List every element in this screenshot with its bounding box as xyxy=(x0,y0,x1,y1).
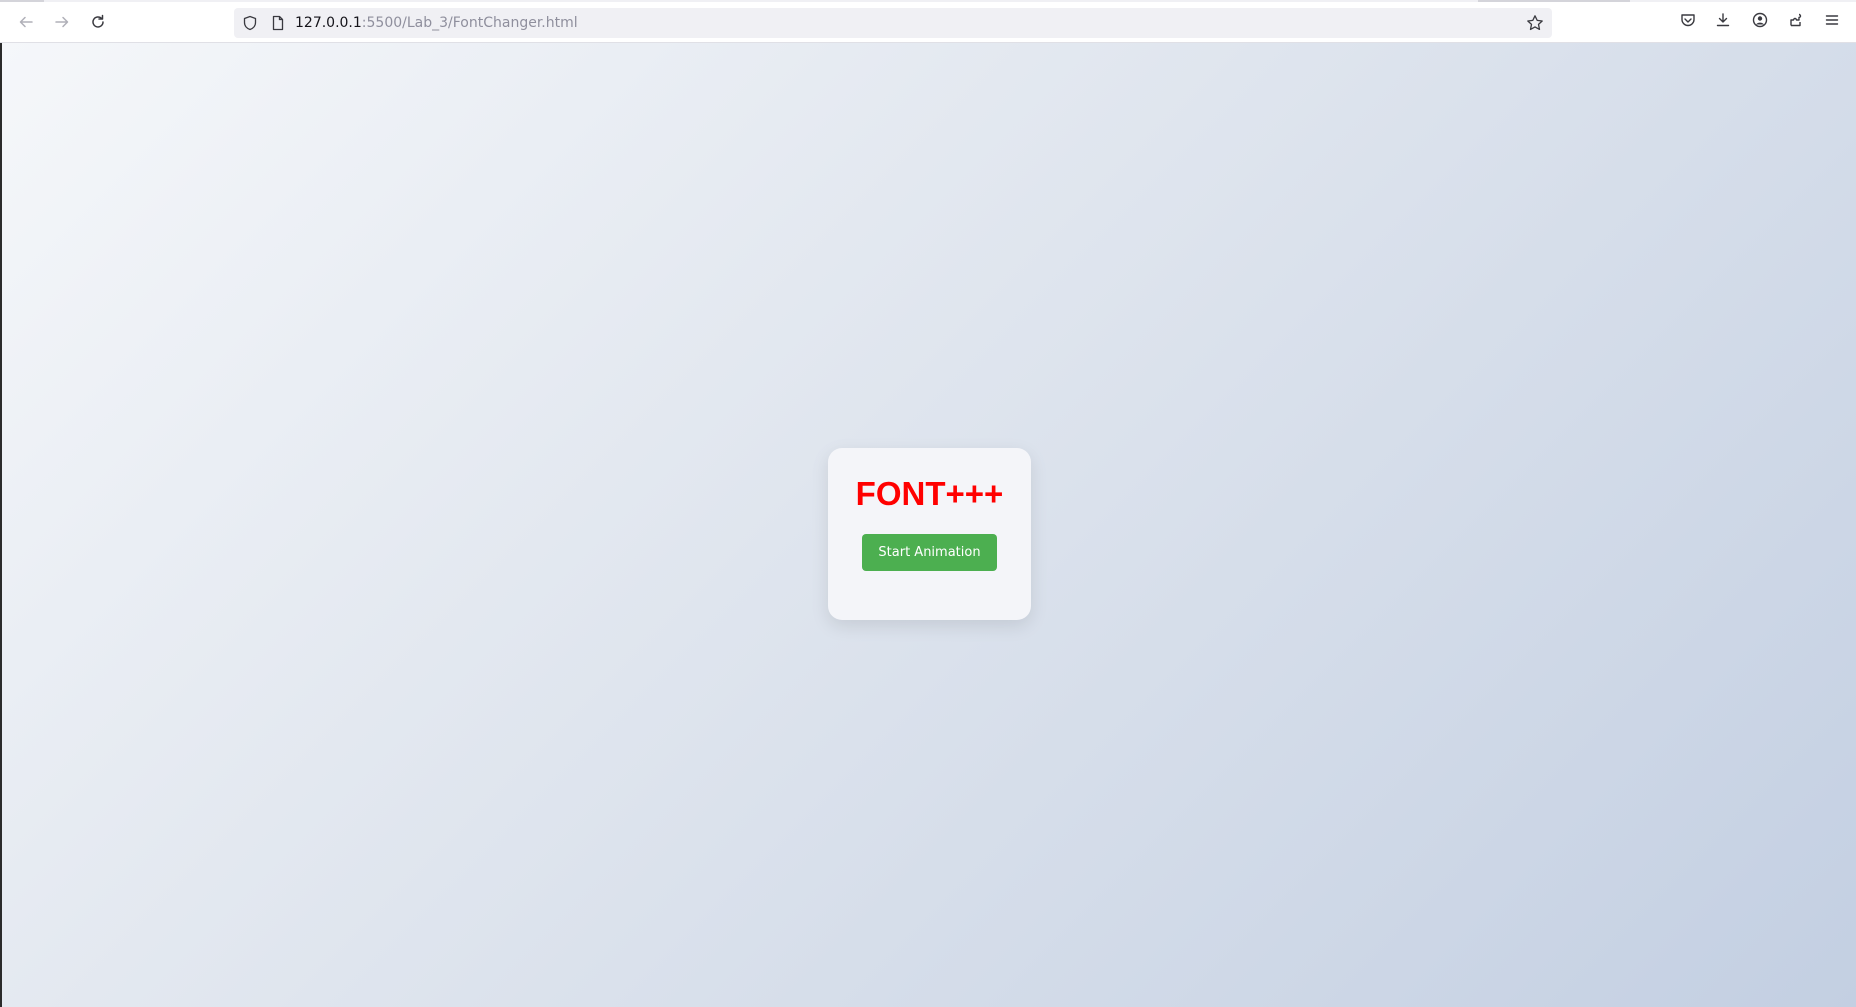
font-changer-card: FONT+++ Start Animation xyxy=(828,448,1031,620)
tab-strip-left-edge xyxy=(0,0,44,2)
tab-strip xyxy=(0,0,1856,2)
shield-icon[interactable] xyxy=(242,15,258,35)
download-icon xyxy=(1715,12,1731,32)
menu-button[interactable] xyxy=(1816,8,1848,36)
downloads-button[interactable] xyxy=(1707,8,1739,36)
arrow-right-icon xyxy=(54,14,70,30)
account-icon xyxy=(1752,12,1768,32)
page-icon[interactable] xyxy=(270,15,286,35)
forward-button[interactable] xyxy=(46,8,78,36)
active-tab-indicator[interactable] xyxy=(1478,0,1630,2)
start-animation-button[interactable]: Start Animation xyxy=(862,534,997,571)
pocket-icon xyxy=(1680,12,1696,32)
arrow-left-icon xyxy=(18,14,34,30)
url-path: :5500/Lab_3/FontChanger.html xyxy=(361,15,578,31)
reload-button[interactable] xyxy=(82,8,114,36)
reload-icon xyxy=(90,14,106,30)
account-button[interactable] xyxy=(1744,8,1776,36)
browser-toolbar: 127.0.0.1:5500/Lab_3/FontChanger.html xyxy=(0,0,1856,43)
extensions-button[interactable] xyxy=(1780,8,1812,36)
back-button[interactable] xyxy=(10,8,42,36)
address-bar[interactable]: 127.0.0.1:5500/Lab_3/FontChanger.html xyxy=(234,8,1552,38)
browser-window: 127.0.0.1:5500/Lab_3/FontChanger.html FO… xyxy=(0,0,1856,1007)
page-heading: FONT+++ xyxy=(855,475,1004,512)
pocket-button[interactable] xyxy=(1672,8,1704,36)
url-text[interactable]: 127.0.0.1:5500/Lab_3/FontChanger.html xyxy=(295,8,578,38)
hamburger-menu-icon xyxy=(1824,12,1840,32)
extensions-icon xyxy=(1788,12,1804,32)
page-viewport: FONT+++ Start Animation xyxy=(0,43,1856,1007)
url-host: 127.0.0.1 xyxy=(295,15,362,31)
star-icon[interactable] xyxy=(1526,14,1544,36)
